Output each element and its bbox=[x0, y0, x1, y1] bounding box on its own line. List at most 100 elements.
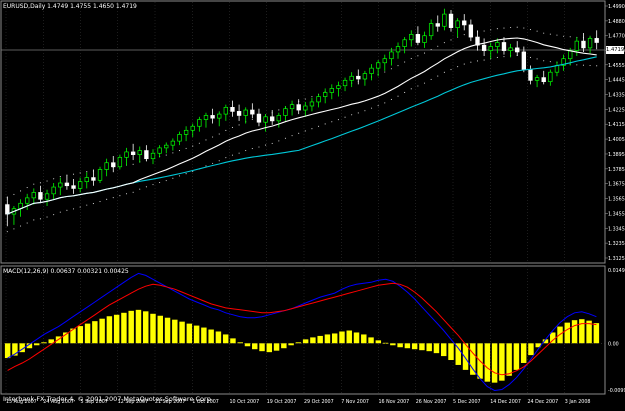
band-lower-dot bbox=[225, 157, 227, 159]
price-axis-label: 1.3565 bbox=[608, 197, 625, 203]
candle-body bbox=[144, 150, 149, 160]
macd-histogram-bar bbox=[571, 320, 578, 344]
band-lower-dot bbox=[298, 132, 300, 134]
band-lower-dot bbox=[231, 154, 234, 156]
macd-histogram-bar bbox=[186, 323, 193, 344]
band-lower-dot bbox=[119, 195, 121, 197]
candle-body bbox=[402, 39, 407, 47]
ma-fast-line bbox=[7, 37, 597, 215]
candle-body bbox=[296, 104, 301, 111]
band-lower-dot bbox=[390, 98, 392, 101]
time-axis-label: 10 Oct 2007 bbox=[230, 399, 260, 405]
candle-body bbox=[124, 151, 129, 158]
candle-body bbox=[190, 125, 195, 131]
candle-body bbox=[481, 44, 487, 51]
band-upper-dot bbox=[86, 171, 88, 173]
band-lower-dot bbox=[470, 61, 472, 63]
band-lower-dot bbox=[536, 58, 538, 60]
macd-histogram-bar bbox=[310, 337, 316, 344]
chart-canvas[interactable]: 1.49901.48801.47701.46601.45551.44451.43… bbox=[0, 0, 625, 407]
band-upper-dot bbox=[225, 129, 227, 131]
candle-body bbox=[130, 151, 136, 155]
band-upper-dot bbox=[185, 147, 187, 149]
candle-body bbox=[210, 115, 215, 119]
band-lower-dot bbox=[284, 137, 286, 139]
candle-body bbox=[488, 46, 493, 51]
band-upper-dot bbox=[33, 183, 35, 185]
macd-histogram-bar bbox=[324, 334, 331, 344]
band-lower-dot bbox=[125, 193, 128, 195]
candle-body bbox=[177, 134, 182, 142]
time-axis-label: 16 Nov 2007 bbox=[379, 399, 410, 405]
chart-header: EURUSD,Daily 1.4749 1.4755 1.4650 1.4719 bbox=[3, 3, 137, 10]
macd-histogram-bar bbox=[281, 343, 287, 349]
candle-body bbox=[303, 105, 308, 111]
candle-body bbox=[521, 51, 527, 70]
band-lower-dot bbox=[33, 219, 35, 221]
band-lower-dot bbox=[318, 125, 320, 127]
price-axis-label: 1.4770 bbox=[608, 34, 625, 40]
band-upper-dot bbox=[430, 48, 432, 51]
candle-body bbox=[203, 115, 209, 120]
macd-histogram-bar bbox=[128, 310, 134, 344]
ma-slow-line bbox=[7, 56, 597, 215]
candle-body bbox=[375, 62, 381, 69]
band-lower-dot bbox=[457, 66, 459, 68]
indicator-header: MACD(12,26,9) 0.00637 0.00321 0.00425 bbox=[3, 268, 129, 275]
band-lower-dot bbox=[529, 56, 532, 58]
macd-histogram-bar bbox=[368, 337, 374, 344]
band-lower-dot bbox=[410, 88, 412, 90]
macd-histogram-bar bbox=[244, 343, 251, 347]
macd-histogram-bar bbox=[528, 343, 534, 356]
band-lower-dot bbox=[582, 64, 584, 66]
band-lower-dot bbox=[26, 222, 28, 224]
macd-histogram-bar bbox=[164, 317, 171, 344]
band-lower-dot bbox=[53, 214, 55, 216]
band-upper-dot bbox=[59, 176, 61, 178]
macd-histogram-bar bbox=[273, 343, 280, 351]
band-lower-dot bbox=[337, 119, 339, 121]
candle-body bbox=[409, 34, 414, 41]
band-upper-dot bbox=[437, 45, 439, 47]
candle-body bbox=[84, 177, 89, 183]
macd-histogram-bar bbox=[208, 329, 214, 344]
macd-histogram-bar bbox=[331, 333, 338, 344]
band-upper-dot bbox=[212, 136, 214, 138]
band-lower-dot bbox=[404, 91, 406, 94]
candle-body bbox=[395, 46, 401, 53]
band-upper-dot bbox=[198, 142, 200, 144]
band-lower-dot bbox=[46, 216, 48, 218]
candle-body bbox=[362, 73, 368, 80]
macd-histogram-bar bbox=[426, 343, 432, 352]
candle-body bbox=[534, 77, 540, 81]
indicator-frame bbox=[0, 265, 606, 395]
macd-histogram-bar bbox=[33, 343, 40, 346]
band-lower-dot bbox=[205, 165, 207, 167]
candle-body bbox=[197, 119, 202, 127]
macd-histogram-bar bbox=[135, 309, 142, 344]
price-axis-label: 1.4115 bbox=[608, 122, 625, 128]
band-upper-dot bbox=[496, 28, 498, 30]
band-lower-dot bbox=[344, 116, 346, 118]
trading-chart-window[interactable]: 1.49901.48801.47701.46601.45551.44451.43… bbox=[0, 0, 625, 407]
band-lower-dot bbox=[463, 63, 465, 65]
band-upper-dot bbox=[20, 190, 22, 192]
macd-histogram-bar bbox=[77, 326, 84, 344]
band-lower-dot bbox=[218, 160, 220, 162]
band-lower-dot bbox=[351, 114, 353, 116]
band-lower-dot bbox=[172, 177, 174, 179]
time-axis-label: 26 Nov 2007 bbox=[416, 399, 447, 405]
band-lower-dot bbox=[496, 56, 498, 58]
price-axis-label: 1.3675 bbox=[608, 182, 625, 188]
macd-histogram-bar bbox=[346, 330, 352, 344]
band-lower-dot bbox=[450, 69, 452, 71]
macd-histogram-bar bbox=[390, 343, 396, 346]
macd-histogram-bar bbox=[157, 315, 163, 344]
band-lower-dot bbox=[596, 65, 598, 67]
macd-histogram-bar bbox=[143, 311, 149, 344]
band-upper-dot bbox=[529, 29, 532, 31]
band-lower-dot bbox=[589, 64, 591, 67]
band-lower-dot bbox=[185, 173, 187, 175]
band-lower-dot bbox=[159, 181, 161, 184]
band-lower-dot bbox=[291, 135, 293, 137]
